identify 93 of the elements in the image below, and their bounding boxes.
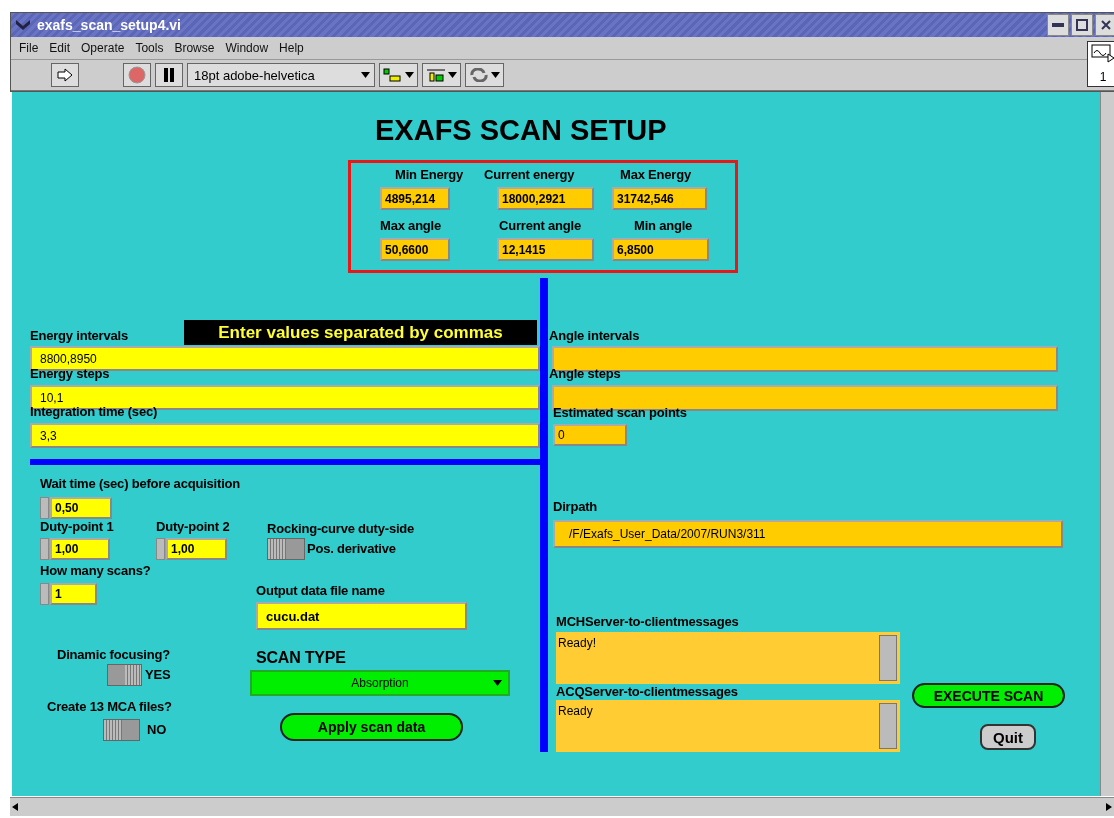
text-field[interactable]: 3,3 (30, 423, 540, 448)
field-label: Wait time (sec) before acquisition (40, 476, 241, 491)
readout-field: 18000,2921 (497, 187, 594, 210)
numeric-field[interactable]: 0,50 (50, 497, 112, 519)
vi-icon: 1 (1087, 41, 1114, 87)
dropdown-arrow-icon (448, 72, 457, 78)
distribute-button[interactable] (422, 63, 461, 87)
scroll-right-icon[interactable] (1104, 802, 1114, 812)
pause-button[interactable] (155, 63, 183, 87)
field-label: Duty-point 1 (40, 519, 114, 534)
distribute-icon (426, 68, 446, 82)
switch-label: Create 13 MCA files? (47, 699, 172, 714)
field-label: MCHServer-to-clientmessages (556, 614, 739, 629)
align-icon (383, 68, 403, 82)
readout-label: Min angle (634, 218, 693, 233)
dropdown-arrow-icon (405, 72, 414, 78)
abort-button[interactable] (123, 63, 151, 87)
stop-icon (128, 66, 146, 84)
font-dropdown[interactable]: 18pt adobe-helvetica (187, 63, 375, 87)
numeric-field[interactable]: 1 (50, 583, 97, 605)
pause-icon (163, 68, 175, 82)
dropdown-arrow-icon (491, 72, 500, 78)
panel-title: EXAFS SCAN SETUP (375, 114, 667, 147)
field-label: Angle intervals (549, 328, 640, 343)
maximize-button[interactable] (1071, 14, 1093, 36)
field-label: ACQServer-to-clientmessages (556, 684, 738, 699)
switch-text: NO (147, 722, 167, 737)
readout-field: 0 (553, 424, 627, 446)
close-icon (1101, 20, 1111, 30)
readout-field: 12,1415 (497, 238, 594, 261)
switch-label: Dinamic focusing? (57, 647, 170, 662)
execute-button[interactable]: EXECUTE SCAN (912, 683, 1065, 708)
readout-label: Current angle (499, 218, 581, 233)
readout-field: 31742,546 (612, 187, 707, 210)
numeric-field[interactable]: 1,00 (166, 538, 227, 560)
reorder-button[interactable] (465, 63, 504, 87)
field-label: SCAN TYPE (256, 649, 346, 667)
switch-label: Rocking-curve duty-side (267, 521, 415, 536)
menu-item[interactable]: Help (279, 41, 304, 55)
field-label: How many scans? (40, 563, 151, 578)
field-label: Angle steps (549, 366, 621, 381)
window-title: exafs_scan_setup4.vi (37, 17, 182, 33)
menu-item[interactable]: Edit (49, 41, 71, 55)
text-field[interactable]: cucu.dat (256, 602, 467, 630)
switch-text: YES (145, 667, 171, 682)
scan-type-dropdown[interactable]: Absorption (250, 670, 510, 696)
minimize-button[interactable] (1047, 14, 1069, 36)
readout-field: 50,6600 (380, 238, 450, 261)
window-menu-icon[interactable] (15, 19, 31, 31)
dropdown-arrow-icon (493, 680, 502, 686)
readout-label: Min Energy (395, 167, 464, 182)
run-button[interactable] (51, 63, 79, 87)
hint-label: Enter values separated by commas (184, 320, 537, 345)
readout-label: Current energy (484, 167, 575, 182)
arrow-icon (57, 68, 73, 82)
align-button[interactable] (379, 63, 418, 87)
readout-label: Max angle (380, 218, 442, 233)
readout-field: 4895,214 (380, 187, 450, 210)
scroll-left-icon[interactable] (10, 802, 20, 812)
path-field[interactable]: /F/Exafs_User_Data/2007/RUN3/311 (553, 520, 1063, 548)
message-box: Ready! (556, 632, 900, 684)
scrollbar[interactable] (879, 635, 897, 681)
maximize-icon (1076, 19, 1088, 31)
spinner-arrows-icon[interactable] (40, 497, 49, 519)
readout-field: 6,8500 (612, 238, 709, 261)
menu-item[interactable]: Operate (81, 41, 125, 55)
spinner-arrows-icon[interactable] (40, 583, 49, 605)
menu-item[interactable]: File (19, 41, 39, 55)
toggle-switch[interactable] (103, 719, 140, 741)
menu-item[interactable]: Window (225, 41, 269, 55)
quit-button[interactable]: Quit (980, 724, 1036, 750)
minimize-icon (1052, 23, 1064, 27)
field-label: Dirpath (553, 499, 598, 514)
switch-text: Pos. derivative (307, 541, 396, 556)
field-label: Output data file name (256, 583, 385, 598)
field-label: Energy intervals (30, 328, 128, 343)
field-label: Duty-point 2 (156, 519, 230, 534)
apply-button[interactable]: Apply scan data (280, 713, 463, 741)
dropdown-arrow-icon (361, 72, 370, 78)
toggle-switch[interactable] (107, 664, 142, 686)
field-label: Estimated scan points (553, 405, 687, 420)
numeric-field[interactable]: 1,00 (50, 538, 110, 560)
scrollbar[interactable] (879, 703, 897, 749)
close-button[interactable] (1095, 14, 1114, 36)
circular-arrows-icon (469, 68, 489, 82)
toggle-switch[interactable] (267, 538, 305, 560)
message-box: Ready (556, 700, 900, 752)
waveform-icon (1091, 44, 1114, 64)
menu-item[interactable]: Browse (174, 41, 215, 55)
readout-label: Max Energy (620, 167, 691, 182)
spinner-arrows-icon[interactable] (156, 538, 165, 560)
menu-item[interactable]: Tools (135, 41, 164, 55)
spinner-arrows-icon[interactable] (40, 538, 49, 560)
